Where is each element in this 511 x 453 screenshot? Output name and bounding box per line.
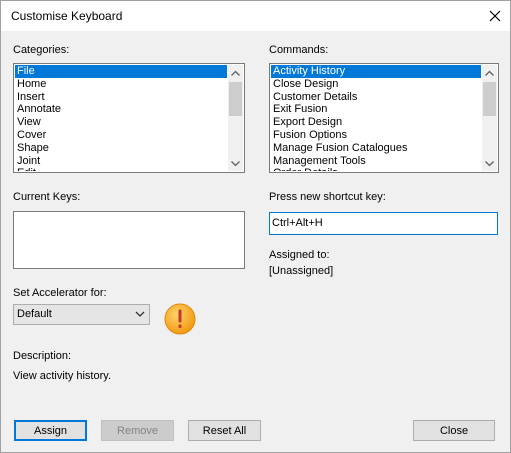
list-item[interactable]: Joint xyxy=(15,155,227,168)
title-bar: Customise Keyboard xyxy=(1,1,510,31)
categories-scrollbar[interactable] xyxy=(228,65,243,171)
categories-label: Categories: xyxy=(13,44,70,56)
commands-listbox[interactable]: Activity History Close Design Customer Det… xyxy=(269,63,499,173)
warning-icon xyxy=(164,303,196,335)
list-item[interactable]: Edit xyxy=(15,167,227,171)
list-item[interactable]: Annotate xyxy=(15,103,227,116)
scroll-down-button[interactable] xyxy=(228,156,243,171)
scroll-thumb[interactable] xyxy=(229,82,242,116)
list-item[interactable]: Shape xyxy=(15,142,227,155)
close-button[interactable]: Close xyxy=(413,420,495,441)
list-item[interactable]: Order Details xyxy=(271,167,481,171)
list-item[interactable]: View xyxy=(15,116,227,129)
list-item[interactable]: Close Design xyxy=(271,78,481,91)
customise-keyboard-dialog: Customise Keyboard Categories: File Home I… xyxy=(0,0,511,453)
list-item[interactable]: Insert xyxy=(15,91,227,104)
list-item[interactable]: Customer Details xyxy=(271,91,481,104)
categories-listbox[interactable]: File Home Insert Annotate View Cover Shape Join… xyxy=(13,63,245,173)
shortcut-value: Ctrl+Alt+H xyxy=(272,217,323,229)
shortcut-label: Press new shortcut key: xyxy=(269,191,386,203)
close-window-button[interactable] xyxy=(480,1,510,31)
chevron-down-icon xyxy=(135,311,145,317)
close-icon xyxy=(489,10,501,22)
commands-scrollbar[interactable] xyxy=(482,65,497,171)
assigned-value: [Unassigned] xyxy=(269,265,334,277)
list-item[interactable]: Export Design xyxy=(271,116,481,129)
chevron-down-icon xyxy=(231,160,240,166)
scroll-up-button[interactable] xyxy=(228,65,243,80)
assigned-label: Assigned to: xyxy=(269,249,330,261)
commands-items: Activity History Close Design Customer Det… xyxy=(271,65,481,171)
chevron-up-icon xyxy=(231,70,240,76)
list-item[interactable]: Manage Fusion Catalogues xyxy=(271,142,481,155)
window-title: Customise Keyboard xyxy=(11,9,123,23)
scroll-down-button[interactable] xyxy=(482,156,497,171)
shortcut-input[interactable]: Ctrl+Alt+H xyxy=(269,212,498,235)
scroll-thumb[interactable] xyxy=(483,82,496,116)
accelerator-dropdown[interactable]: Default xyxy=(13,304,150,325)
list-item[interactable]: Cover xyxy=(15,129,227,142)
list-item[interactable]: Fusion Options xyxy=(271,129,481,142)
accelerator-label: Set Accelerator for: xyxy=(13,287,107,299)
list-item[interactable]: Management Tools xyxy=(271,155,481,168)
reset-all-button[interactable]: Reset All xyxy=(188,420,261,441)
list-item[interactable]: Activity History xyxy=(271,65,481,78)
chevron-up-icon xyxy=(485,70,494,76)
list-item[interactable]: Home xyxy=(15,78,227,91)
commands-label: Commands: xyxy=(269,44,329,56)
remove-button[interactable]: Remove xyxy=(101,420,174,441)
list-item[interactable]: File xyxy=(15,65,227,78)
assign-button[interactable]: Assign xyxy=(14,420,87,441)
accelerator-selected: Default xyxy=(17,308,52,320)
chevron-down-icon xyxy=(485,160,494,166)
current-keys-label: Current Keys: xyxy=(13,191,81,203)
list-item[interactable]: Exit Fusion xyxy=(271,103,481,116)
description-label: Description: xyxy=(13,350,72,362)
categories-items: File Home Insert Annotate View Cover Shape Join… xyxy=(15,65,227,171)
current-keys-list[interactable] xyxy=(13,211,245,269)
scroll-up-button[interactable] xyxy=(482,65,497,80)
description-value: View activity history. xyxy=(13,370,112,382)
